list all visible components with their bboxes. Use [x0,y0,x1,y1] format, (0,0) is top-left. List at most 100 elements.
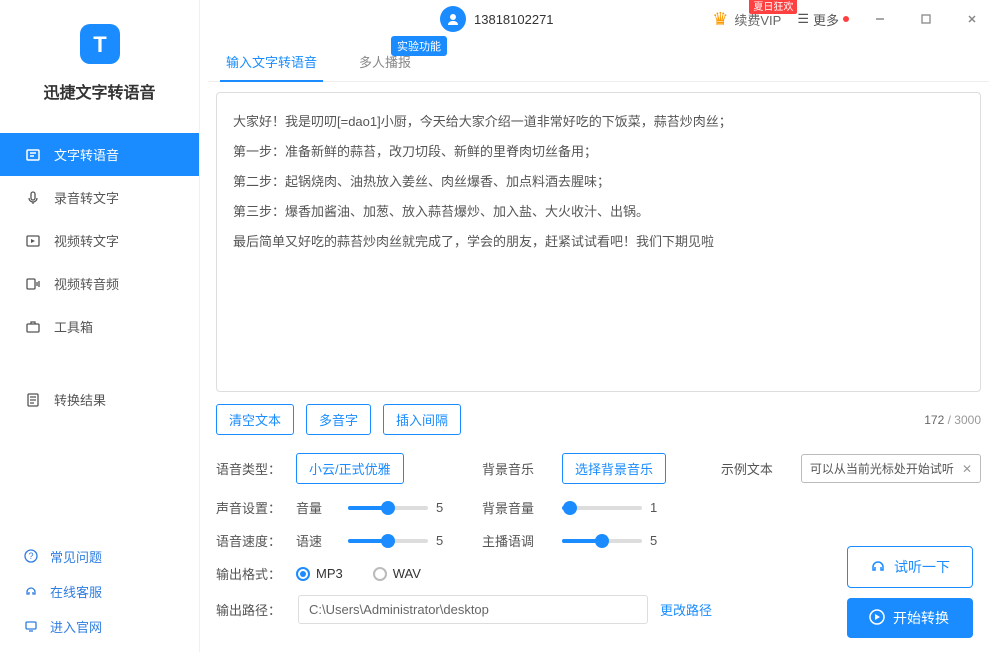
change-path-link[interactable]: 更改路径 [660,600,712,619]
format-wav-label: WAV [393,566,421,581]
tab-label: 输入文字转语音 [226,55,317,70]
clear-button[interactable]: 清空文本 [216,404,294,435]
format-wav-radio[interactable]: WAV [373,566,421,581]
svg-text:T: T [93,32,107,57]
bg-music-select[interactable]: 选择背景音乐 [562,453,666,484]
vip-button[interactable]: ♛ 续费VIP 夏日狂欢 [712,9,781,30]
user-info[interactable]: 13818102271 [440,6,554,32]
bg-volume-value: 1 [650,500,664,515]
more-menu[interactable]: ☰ 更多 [797,10,849,29]
voice-type-label: 语音类型： [216,459,286,478]
path-input[interactable]: C:\Users\Administrator\desktop [298,595,648,624]
faq-link[interactable]: ? 常见问题 [0,539,199,574]
app-title: 迅捷文字转语音 [0,79,199,103]
preview-button[interactable]: 试听一下 [847,546,973,588]
pitch-label: 主播语调 [482,531,552,550]
headphone-icon [870,558,886,577]
speed-value: 5 [436,533,450,548]
promo-badge: 夏日狂欢 [749,0,797,14]
close-icon[interactable]: ✕ [962,462,972,476]
format-label: 输出格式： [216,564,286,583]
text-input[interactable]: 大家好！我是叨叨[=dao1]小厨，今天给大家介绍一道非常好吃的下饭菜，蒜苔炒肉… [216,92,981,392]
close-button[interactable] [957,4,987,34]
text-line: 最后简单又好吃的蒜苔炒肉丝就完成了，学会的朋友，赶紧试试看吧！我们下期见啦 [233,229,964,255]
toolbox-icon [24,318,42,336]
experimental-badge: 实验功能 [391,36,447,56]
tab-label: 多人播报 [359,55,411,70]
maximize-button[interactable] [911,4,941,34]
volume-label: 音量 [296,498,338,517]
bg-volume-slider[interactable] [562,506,642,510]
char-count: 172 / 3000 [924,413,981,427]
site-label: 进入官网 [50,617,102,636]
notification-dot-icon [843,16,849,22]
tts-icon [24,146,42,164]
sidebar: T 迅捷文字转语音 文字转语音 录音转文字 视频转文字 视频转音频 工具 [0,0,200,652]
nav-label: 录音转文字 [54,188,119,207]
text-line: 第一步：准备新鲜的蒜苔，改刀切段、新鲜的里脊肉切丝备用； [233,139,964,165]
svg-text:?: ? [28,551,33,561]
text-line: 第三步：爆香加酱油、加葱、放入蒜苔爆炒、加入盐、大火收汁、出锅。 [233,199,964,225]
hamburger-icon: ☰ [797,11,809,27]
nav-label: 视频转文字 [54,231,119,250]
nav-item-toolbox[interactable]: 工具箱 [0,305,199,348]
site-link[interactable]: 进入官网 [0,609,199,644]
more-label: 更多 [813,10,839,29]
example-label: 示例文本 [721,459,791,478]
minimize-button[interactable] [865,4,895,34]
nav-label: 视频转音频 [54,274,119,293]
video-audio-icon [24,275,42,293]
headset-icon [24,584,40,600]
nav-item-video-text[interactable]: 视频转文字 [0,219,199,262]
volume-section-label: 声音设置： [216,498,286,517]
text-actions: 清空文本 多音字 插入间隔 172 / 3000 [216,404,981,435]
convert-label: 开始转换 [893,608,949,628]
logo-area: T 迅捷文字转语音 [0,0,199,113]
pitch-value: 5 [650,533,664,548]
path-label: 输出路径： [216,600,286,619]
support-label: 在线客服 [50,582,102,601]
convert-button[interactable]: 开始转换 [847,598,973,638]
nav-item-stt[interactable]: 录音转文字 [0,176,199,219]
voice-type-select[interactable]: 小云/正式优雅 [296,453,404,484]
monitor-icon [24,619,40,635]
text-line: 第二步：起锅烧肉、油热放入姜丝、肉丝爆香、加点料酒去腥味； [233,169,964,195]
example-box: 可以从当前光标处开始试听 ✕ [801,454,981,483]
titlebar: 13818102271 ♛ 续费VIP 夏日狂欢 ☰ 更多 [200,0,997,38]
nav-item-video-audio[interactable]: 视频转音频 [0,262,199,305]
question-icon: ? [24,549,40,565]
mic-icon [24,189,42,207]
polyphone-button[interactable]: 多音字 [306,404,371,435]
play-icon [869,609,885,628]
nav-item-tts[interactable]: 文字转语音 [0,133,199,176]
tab-multi-broadcast[interactable]: 多人播报 实验功能 [353,42,417,81]
char-current: 172 [924,413,944,427]
video-text-icon [24,232,42,250]
nav: 文字转语音 录音转文字 视频转文字 视频转音频 工具箱 转换结果 [0,133,199,539]
app-logo-icon: T [76,20,124,68]
volume-slider[interactable] [348,506,428,510]
support-link[interactable]: 在线客服 [0,574,199,609]
nav-item-results[interactable]: 转换结果 [0,378,199,421]
text-line: 大家好！我是叨叨[=dao1]小厨，今天给大家介绍一道非常好吃的下饭菜，蒜苔炒肉… [233,109,964,135]
bg-music-label: 背景音乐 [482,459,552,478]
results-icon [24,391,42,409]
speed-label: 语速 [296,531,338,550]
crown-icon: ♛ [712,9,728,30]
speed-slider[interactable] [348,539,428,543]
speed-section-label: 语音速度： [216,531,286,550]
avatar-icon [440,6,466,32]
insert-pause-button[interactable]: 插入间隔 [383,404,461,435]
char-max: 3000 [954,413,981,427]
tab-input-tts[interactable]: 输入文字转语音 [220,42,323,81]
nav-label: 文字转语音 [54,145,119,164]
format-mp3-radio[interactable]: MP3 [296,566,343,581]
nav-label: 工具箱 [54,317,93,336]
pitch-slider[interactable] [562,539,642,543]
nav-label: 转换结果 [54,390,106,409]
faq-label: 常见问题 [50,547,102,566]
example-text: 可以从当前光标处开始试听 [810,460,954,477]
format-mp3-label: MP3 [316,566,343,581]
main: 13818102271 ♛ 续费VIP 夏日狂欢 ☰ 更多 输入文字转语音 多人… [200,0,997,652]
tabs: 输入文字转语音 多人播报 实验功能 [208,42,989,82]
